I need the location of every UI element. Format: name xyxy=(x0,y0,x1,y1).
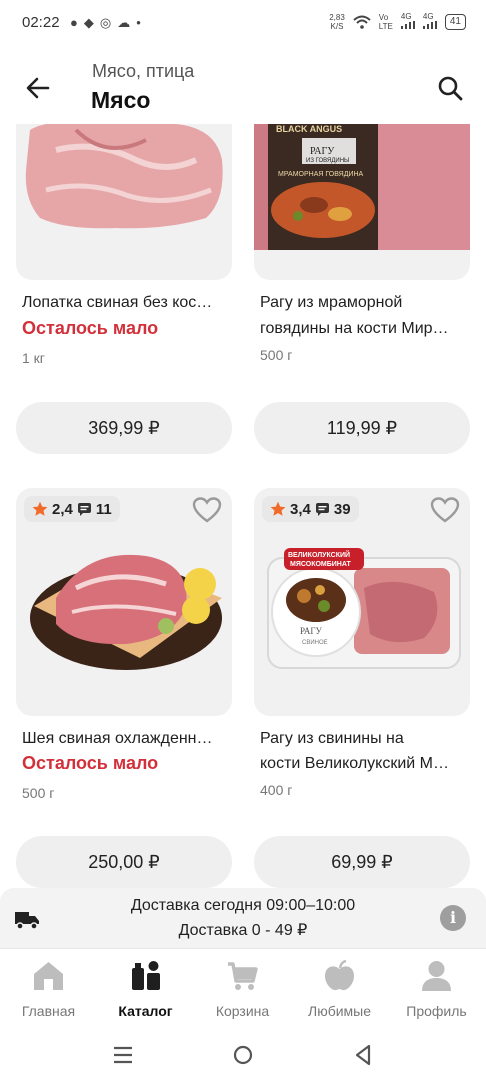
search-icon[interactable] xyxy=(436,74,464,102)
signal-label-2: 4G xyxy=(422,12,434,21)
status-bar: 02:22 ● ◆ ◎ ☁ • 2,83 K/S Vo LTE 4G 4G 41 xyxy=(0,0,486,48)
chat-bubble-icon: ● xyxy=(70,15,78,30)
vk-product-text: РАГУ xyxy=(300,626,323,636)
vk-brand-text-1: ВЕЛИКОЛУКСКИЙ xyxy=(288,550,350,559)
notification-icons: ● ◆ ◎ ☁ • xyxy=(70,15,141,31)
delivery-time: Доставка сегодня 09:00–10:00 xyxy=(130,897,356,914)
net-speed-value: 2,83 xyxy=(329,12,345,22)
nav-home-label: Главная xyxy=(21,1003,76,1019)
home-icon xyxy=(34,962,63,990)
comment-icon xyxy=(315,502,329,516)
delivery-banner[interactable]: Доставка сегодня 09:00–10:00 Доставка 0 … xyxy=(0,888,486,948)
product-name[interactable]: Лопатка свиная без кос… xyxy=(22,290,228,316)
circle-home-icon[interactable] xyxy=(230,1042,256,1068)
battery-icon: 41 xyxy=(444,13,466,30)
net-speed: 2,83 K/S xyxy=(329,13,345,31)
heart-icon[interactable] xyxy=(430,496,460,524)
price-button[interactable]: 119,99 ₽ xyxy=(254,402,470,454)
rating-value: 2,4 xyxy=(52,500,73,518)
product-image[interactable]: 2,4 11 xyxy=(16,488,232,716)
product-image[interactable]: ВЕЛИКОЛУКСКИЙ МЯСОКОМБИНАТ РАГУ СВИНОЕ 3… xyxy=(254,488,470,716)
product-name[interactable]: Шея свиная охлажденн… xyxy=(22,726,228,752)
rating-badge: 3,4 39 xyxy=(262,496,359,522)
status-time: 02:22 xyxy=(22,14,60,31)
nav-profile-label: Профиль xyxy=(406,1003,467,1019)
product-name-line-1[interactable]: Рагу из мраморной xyxy=(260,290,466,316)
nav-catalog[interactable]: Каталог xyxy=(97,949,194,1033)
system-navigation xyxy=(0,1032,486,1080)
price-button[interactable]: 369,99 ₽ xyxy=(16,402,232,454)
review-count: 39 xyxy=(333,500,351,518)
nav-profile[interactable]: Профиль xyxy=(388,949,485,1033)
price-button[interactable]: 250,00 ₽ xyxy=(16,836,232,888)
vk-sub-text: СВИНОЕ xyxy=(302,640,328,646)
signal-label-1: 4G xyxy=(400,12,412,21)
viber-icon: ◎ xyxy=(99,15,112,30)
catalog-icon xyxy=(132,961,160,990)
low-stock-label: Осталось мало xyxy=(22,318,159,338)
star-icon xyxy=(270,501,286,516)
product-weight: 1 кг xyxy=(22,350,45,366)
back-arrow-icon[interactable] xyxy=(22,74,54,102)
product-weight: 400 г xyxy=(260,782,293,798)
product-name-line-2[interactable]: кости Великолукский М… xyxy=(260,751,466,777)
package-sub-text: ИЗ ГОВЯДИНЫ xyxy=(306,158,349,164)
product-name-line-2[interactable]: говядины на кости Мир… xyxy=(260,316,466,342)
wifi-icon xyxy=(353,15,371,29)
price-button[interactable]: 69,99 ₽ xyxy=(254,836,470,888)
package-product-text: РАГУ xyxy=(310,146,335,157)
menu-icon[interactable] xyxy=(110,1042,136,1068)
status-right: 2,83 K/S Vo LTE 4G 4G 41 xyxy=(329,12,466,31)
nav-catalog-label: Каталог xyxy=(118,1003,173,1019)
nav-favorites[interactable]: Любимые xyxy=(291,949,388,1033)
product-weight: 500 г xyxy=(260,347,293,363)
cart-icon xyxy=(228,962,258,990)
volte-bottom: LTE xyxy=(378,21,393,31)
low-stock-label: Осталось мало xyxy=(22,753,159,773)
delivery-cost: Доставка 0 - 49 ₽ xyxy=(178,922,308,939)
nav-home[interactable]: Главная xyxy=(0,949,97,1033)
volte-indicator: Vo LTE xyxy=(379,13,393,31)
signal-icon: 4G xyxy=(400,12,415,31)
info-icon[interactable]: i xyxy=(440,905,466,931)
app-header: Мясо, птица Мясо xyxy=(0,50,486,124)
product-name-line-1[interactable]: Рагу из свинины на xyxy=(260,726,466,752)
rating-badge: 2,4 11 xyxy=(24,496,120,522)
nav-cart-label: Корзина xyxy=(215,1003,270,1019)
rating-value: 3,4 xyxy=(290,500,311,518)
signal-icon-2: 4G xyxy=(422,12,437,31)
nav-favorites-label: Любимые xyxy=(308,1003,371,1019)
apple-icon xyxy=(325,959,354,991)
cloud-upload-icon: ☁ xyxy=(117,15,131,30)
message-icon: ◆ xyxy=(83,15,94,30)
bottom-navigation: Главная Каталог Корзина Любимые Профиль xyxy=(0,948,486,1033)
review-count: 11 xyxy=(95,500,112,518)
breadcrumb[interactable]: Мясо, птица xyxy=(92,61,194,82)
vk-brand-text-2: МЯСОКОМБИНАТ xyxy=(290,561,352,568)
triangle-back-icon[interactable] xyxy=(350,1042,376,1068)
page-title: Мясо xyxy=(91,87,151,113)
product-weight: 500 г xyxy=(22,785,55,801)
dot-icon: • xyxy=(136,15,141,30)
net-speed-unit: K/S xyxy=(330,21,344,31)
package-brand-text: BLACK ANGUS xyxy=(276,124,342,134)
nav-cart[interactable]: Корзина xyxy=(194,949,291,1033)
profile-icon xyxy=(422,961,451,991)
comment-icon xyxy=(77,502,91,516)
package-type-text: МРАМОРНАЯ ГОВЯДИНА xyxy=(278,171,364,178)
heart-icon[interactable] xyxy=(192,496,222,524)
star-icon xyxy=(32,501,48,516)
volte-top: Vo xyxy=(378,12,389,22)
